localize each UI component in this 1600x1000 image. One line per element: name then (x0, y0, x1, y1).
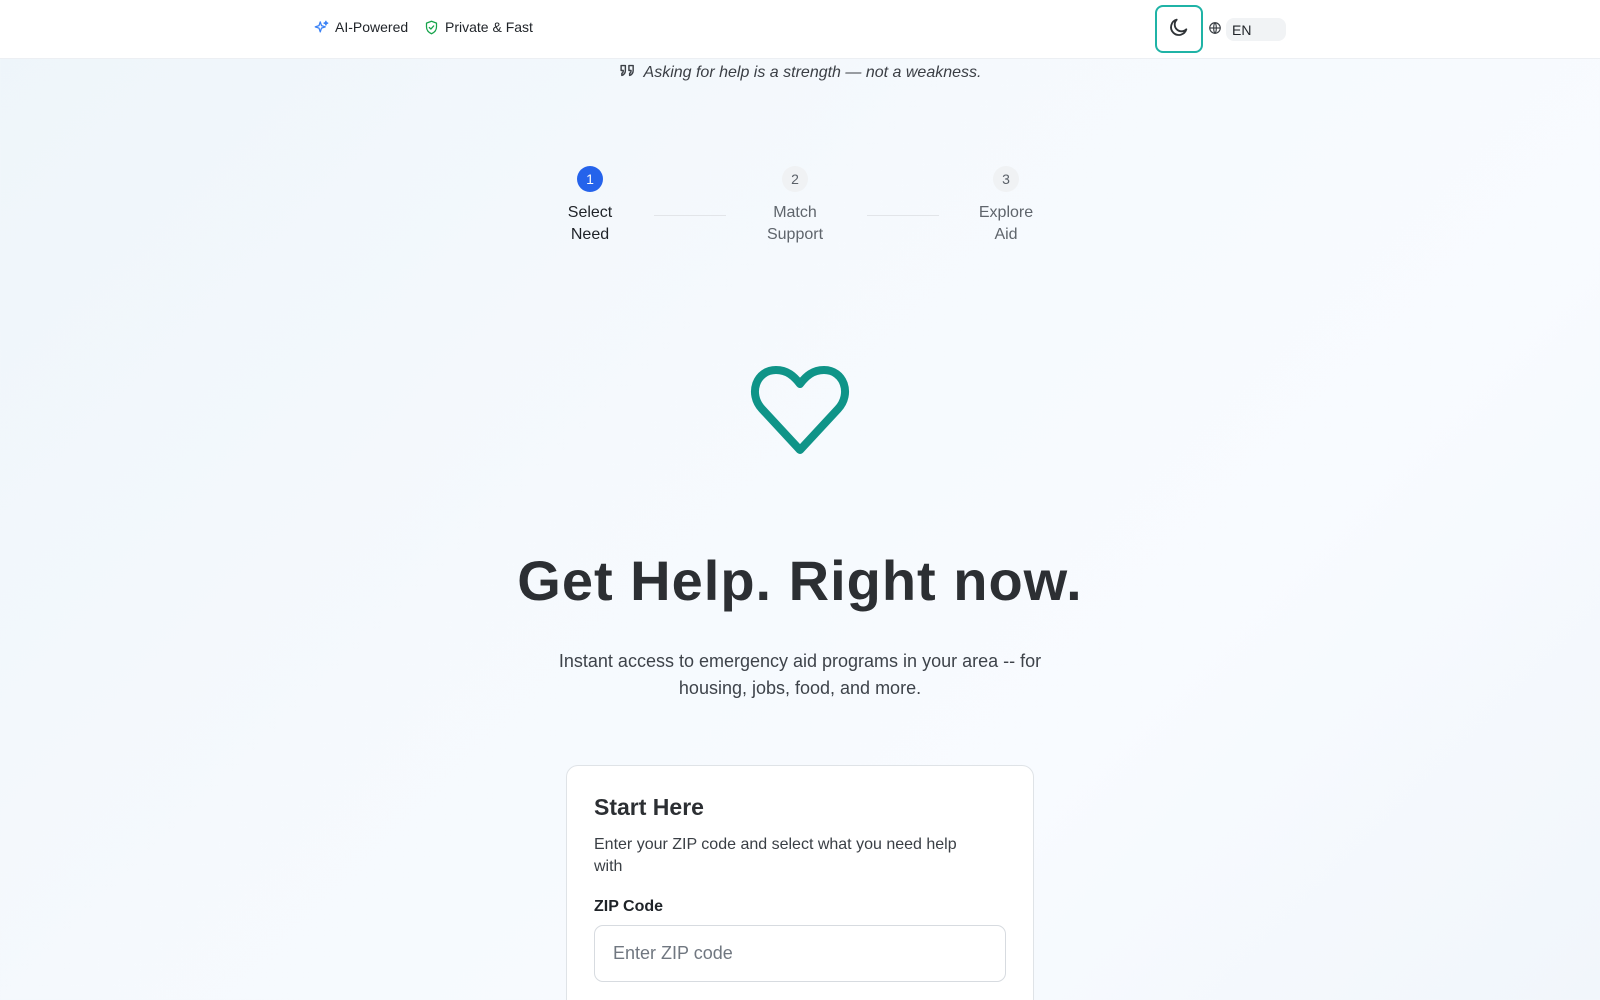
ai-powered-badge: AI-Powered (314, 19, 408, 35)
step-number: 2 (782, 166, 808, 192)
zip-code-input[interactable] (594, 925, 1006, 982)
step-number: 1 (577, 166, 603, 192)
private-fast-badge: Private & Fast (424, 19, 533, 35)
quote-icon (619, 63, 636, 83)
zip-code-label: ZIP Code (594, 898, 664, 915)
shield-check-icon (424, 20, 439, 35)
step-connector (654, 215, 726, 216)
language-selector[interactable]: EN (1208, 18, 1286, 41)
language-code: EN (1232, 21, 1252, 38)
step-select-need[interactable]: 1 Select Need (530, 166, 650, 246)
start-here-card: Start Here Enter your ZIP code and selec… (566, 765, 1034, 1000)
globe-icon (1208, 21, 1222, 38)
step-label: Match Support (766, 204, 824, 243)
sparkles-icon (314, 20, 329, 35)
heart-icon (750, 364, 850, 461)
moon-icon (1168, 16, 1190, 43)
progress-stepper: 1 Select Need 2 Match Support 3 Explore … (0, 166, 1600, 246)
hero-title: Get Help. Right now. (517, 549, 1083, 612)
step-match-support[interactable]: 2 Match Support (735, 166, 855, 246)
step-number: 3 (993, 166, 1019, 192)
card-description: Enter your ZIP code and select what you … (594, 836, 957, 875)
top-bar: AI-Powered Private & Fast EN (0, 0, 1600, 59)
hero-subtitle: Instant access to emergency aid programs… (558, 651, 1042, 698)
step-explore-aid[interactable]: 3 Explore Aid (946, 166, 1066, 246)
step-label: Select Need (567, 204, 613, 243)
card-title: Start Here (594, 794, 704, 820)
ai-powered-label: AI-Powered (335, 19, 409, 35)
step-label: Explore Aid (978, 204, 1034, 243)
theme-toggle-button[interactable] (1155, 5, 1203, 53)
quote-text: Asking for help is a strength — not a we… (643, 64, 982, 81)
step-connector (867, 215, 939, 216)
private-fast-label: Private & Fast (445, 19, 533, 35)
quote-banner: Asking for help is a strength — not a we… (0, 63, 1600, 83)
